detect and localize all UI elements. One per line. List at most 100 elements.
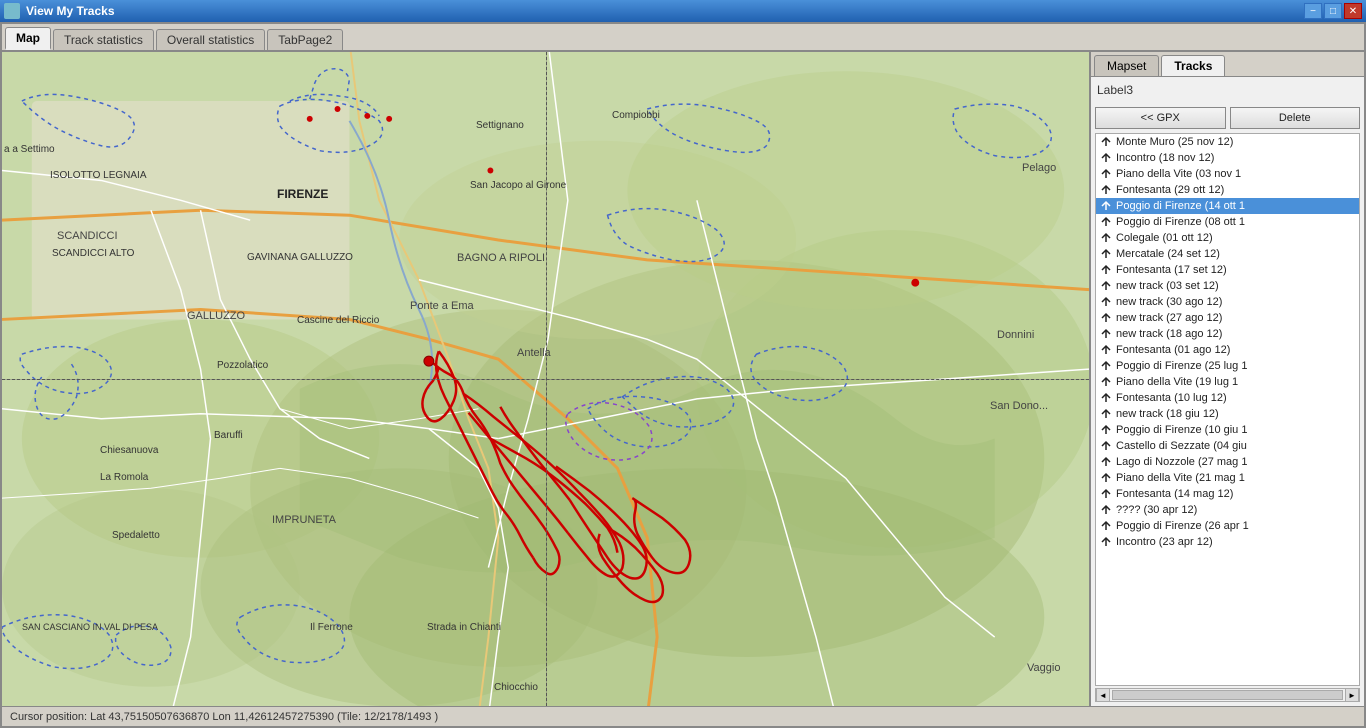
- track-item-icon: [1100, 472, 1112, 484]
- app-title: View My Tracks: [26, 4, 115, 18]
- track-item-icon: [1100, 232, 1112, 244]
- track-list-item[interactable]: ???? (30 apr 12): [1096, 502, 1359, 518]
- track-item-icon: [1100, 376, 1112, 388]
- track-item-name: Piano della Vite (19 lug 1: [1116, 376, 1238, 388]
- track-list-item[interactable]: Poggio di Firenze (14 ott 1: [1096, 198, 1359, 214]
- main-window: Map Track statistics Overall statistics …: [0, 22, 1366, 728]
- track-list-item[interactable]: Piano della Vite (19 lug 1: [1096, 374, 1359, 390]
- rtab-mapset[interactable]: Mapset: [1094, 55, 1159, 76]
- track-item-name: Incontro (23 apr 12): [1116, 536, 1213, 548]
- track-item-name: Poggio di Firenze (14 ott 1: [1116, 200, 1245, 212]
- scroll-left-button[interactable]: ◄: [1096, 688, 1110, 702]
- delete-button[interactable]: Delete: [1230, 107, 1361, 129]
- track-list-item[interactable]: Fontesanta (14 mag 12): [1096, 486, 1359, 502]
- title-bar-left: View My Tracks: [4, 3, 115, 19]
- minimize-button[interactable]: −: [1304, 3, 1322, 19]
- track-item-icon: [1100, 504, 1112, 516]
- track-list-item[interactable]: new track (30 ago 12): [1096, 294, 1359, 310]
- track-list-item[interactable]: new track (27 ago 12): [1096, 310, 1359, 326]
- track-item-name: Incontro (18 nov 12): [1116, 152, 1214, 164]
- track-item-name: Lago di Nozzole (27 mag 1: [1116, 456, 1247, 468]
- track-list-container[interactable]: Monte Muro (25 nov 12) Incontro (18 nov 1…: [1095, 133, 1360, 686]
- title-bar: View My Tracks − □ ✕: [0, 0, 1366, 22]
- tab-bar: Map Track statistics Overall statistics …: [2, 24, 1364, 52]
- app-icon: [4, 3, 20, 19]
- track-item-name: Fontesanta (14 mag 12): [1116, 488, 1233, 500]
- track-list-item[interactable]: Lago di Nozzole (27 mag 1: [1096, 454, 1359, 470]
- track-item-icon: [1100, 392, 1112, 404]
- track-item-icon: [1100, 312, 1112, 324]
- track-list-item[interactable]: Incontro (23 apr 12): [1096, 534, 1359, 550]
- track-list-item[interactable]: Fontesanta (10 lug 12): [1096, 390, 1359, 406]
- track-list-item[interactable]: new track (18 ago 12): [1096, 326, 1359, 342]
- tab-track-statistics[interactable]: Track statistics: [53, 29, 154, 50]
- track-item-name: Poggio di Firenze (08 ott 1: [1116, 216, 1245, 228]
- track-item-name: new track (27 ago 12): [1116, 312, 1222, 324]
- track-item-name: new track (30 ago 12): [1116, 296, 1222, 308]
- scroll-right-button[interactable]: ►: [1345, 688, 1359, 702]
- label3-text: Label3: [1095, 81, 1360, 99]
- status-bar: Cursor position: Lat 43,75150507636870 L…: [2, 706, 1364, 726]
- track-item-name: ???? (30 apr 12): [1116, 504, 1197, 516]
- track-item-name: new track (03 set 12): [1116, 280, 1219, 292]
- track-item-icon: [1100, 280, 1112, 292]
- track-item-name: Fontesanta (10 lug 12): [1116, 392, 1227, 404]
- map-svg: [2, 52, 1089, 706]
- track-list-item[interactable]: Fontesanta (01 ago 12): [1096, 342, 1359, 358]
- track-item-icon: [1100, 328, 1112, 340]
- track-item-icon: [1100, 248, 1112, 260]
- track-list-item[interactable]: Poggio di Firenze (25 lug 1: [1096, 358, 1359, 374]
- tab-tabpage2[interactable]: TabPage2: [267, 29, 343, 50]
- track-list-item[interactable]: Monte Muro (25 nov 12): [1096, 134, 1359, 150]
- track-list-item[interactable]: Poggio di Firenze (08 ott 1: [1096, 214, 1359, 230]
- track-item-name: Piano della Vite (21 mag 1: [1116, 472, 1245, 484]
- track-item-name: Fontesanta (29 ott 12): [1116, 184, 1224, 196]
- track-item-name: Poggio di Firenze (10 giu 1: [1116, 424, 1247, 436]
- track-item-icon: [1100, 424, 1112, 436]
- maximize-button[interactable]: □: [1324, 3, 1342, 19]
- track-item-name: Monte Muro (25 nov 12): [1116, 136, 1233, 148]
- scroll-thumb[interactable]: [1112, 690, 1343, 700]
- map-container[interactable]: Settignano Compiobbi FIRENZE ISOLOTTO LE…: [2, 52, 1089, 706]
- cursor-position: Cursor position: Lat 43,75150507636870 L…: [10, 711, 438, 723]
- track-list-item[interactable]: Piano della Vite (03 nov 1: [1096, 166, 1359, 182]
- track-item-icon: [1100, 216, 1112, 228]
- right-panel: Mapset Tracks Label3 << GPX Delete Monte…: [1089, 52, 1364, 706]
- track-item-icon: [1100, 200, 1112, 212]
- track-item-icon: [1100, 360, 1112, 372]
- track-item-name: Poggio di Firenze (25 lug 1: [1116, 360, 1247, 372]
- gpx-button[interactable]: << GPX: [1095, 107, 1226, 129]
- track-list-item[interactable]: Fontesanta (29 ott 12): [1096, 182, 1359, 198]
- rtab-tracks[interactable]: Tracks: [1161, 55, 1225, 76]
- track-list-item[interactable]: Piano della Vite (21 mag 1: [1096, 470, 1359, 486]
- track-list-item[interactable]: Fontesanta (17 set 12): [1096, 262, 1359, 278]
- track-item-icon: [1100, 152, 1112, 164]
- track-item-name: Castello di Sezzate (04 giu: [1116, 440, 1247, 452]
- right-content: Label3 << GPX Delete Monte Muro (25 nov …: [1091, 77, 1364, 706]
- track-item-name: Colegale (01 ott 12): [1116, 232, 1213, 244]
- track-list-item[interactable]: new track (03 set 12): [1096, 278, 1359, 294]
- track-list-item[interactable]: Poggio di Firenze (10 giu 1: [1096, 422, 1359, 438]
- track-item-name: new track (18 ago 12): [1116, 328, 1222, 340]
- track-list-item[interactable]: Incontro (18 nov 12): [1096, 150, 1359, 166]
- track-list-item[interactable]: Castello di Sezzate (04 giu: [1096, 438, 1359, 454]
- tab-overall-statistics[interactable]: Overall statistics: [156, 29, 265, 50]
- track-item-icon: [1100, 136, 1112, 148]
- track-item-name: Fontesanta (17 set 12): [1116, 264, 1227, 276]
- tab-map[interactable]: Map: [5, 27, 51, 50]
- track-list-item[interactable]: Colegale (01 ott 12): [1096, 230, 1359, 246]
- track-item-icon: [1100, 440, 1112, 452]
- close-button[interactable]: ✕: [1344, 3, 1362, 19]
- content-area: Settignano Compiobbi FIRENZE ISOLOTTO LE…: [2, 52, 1364, 706]
- right-buttons: << GPX Delete: [1095, 107, 1360, 129]
- track-item-name: new track (18 giu 12): [1116, 408, 1219, 420]
- horizontal-scrollbar[interactable]: ◄ ►: [1095, 688, 1360, 702]
- track-item-icon: [1100, 168, 1112, 180]
- track-list-item[interactable]: Mercatale (24 set 12): [1096, 246, 1359, 262]
- track-list-item[interactable]: new track (18 giu 12): [1096, 406, 1359, 422]
- right-tab-bar: Mapset Tracks: [1091, 52, 1364, 77]
- track-item-icon: [1100, 408, 1112, 420]
- track-item-icon: [1100, 520, 1112, 532]
- track-item-icon: [1100, 184, 1112, 196]
- track-list-item[interactable]: Poggio di Firenze (26 apr 1: [1096, 518, 1359, 534]
